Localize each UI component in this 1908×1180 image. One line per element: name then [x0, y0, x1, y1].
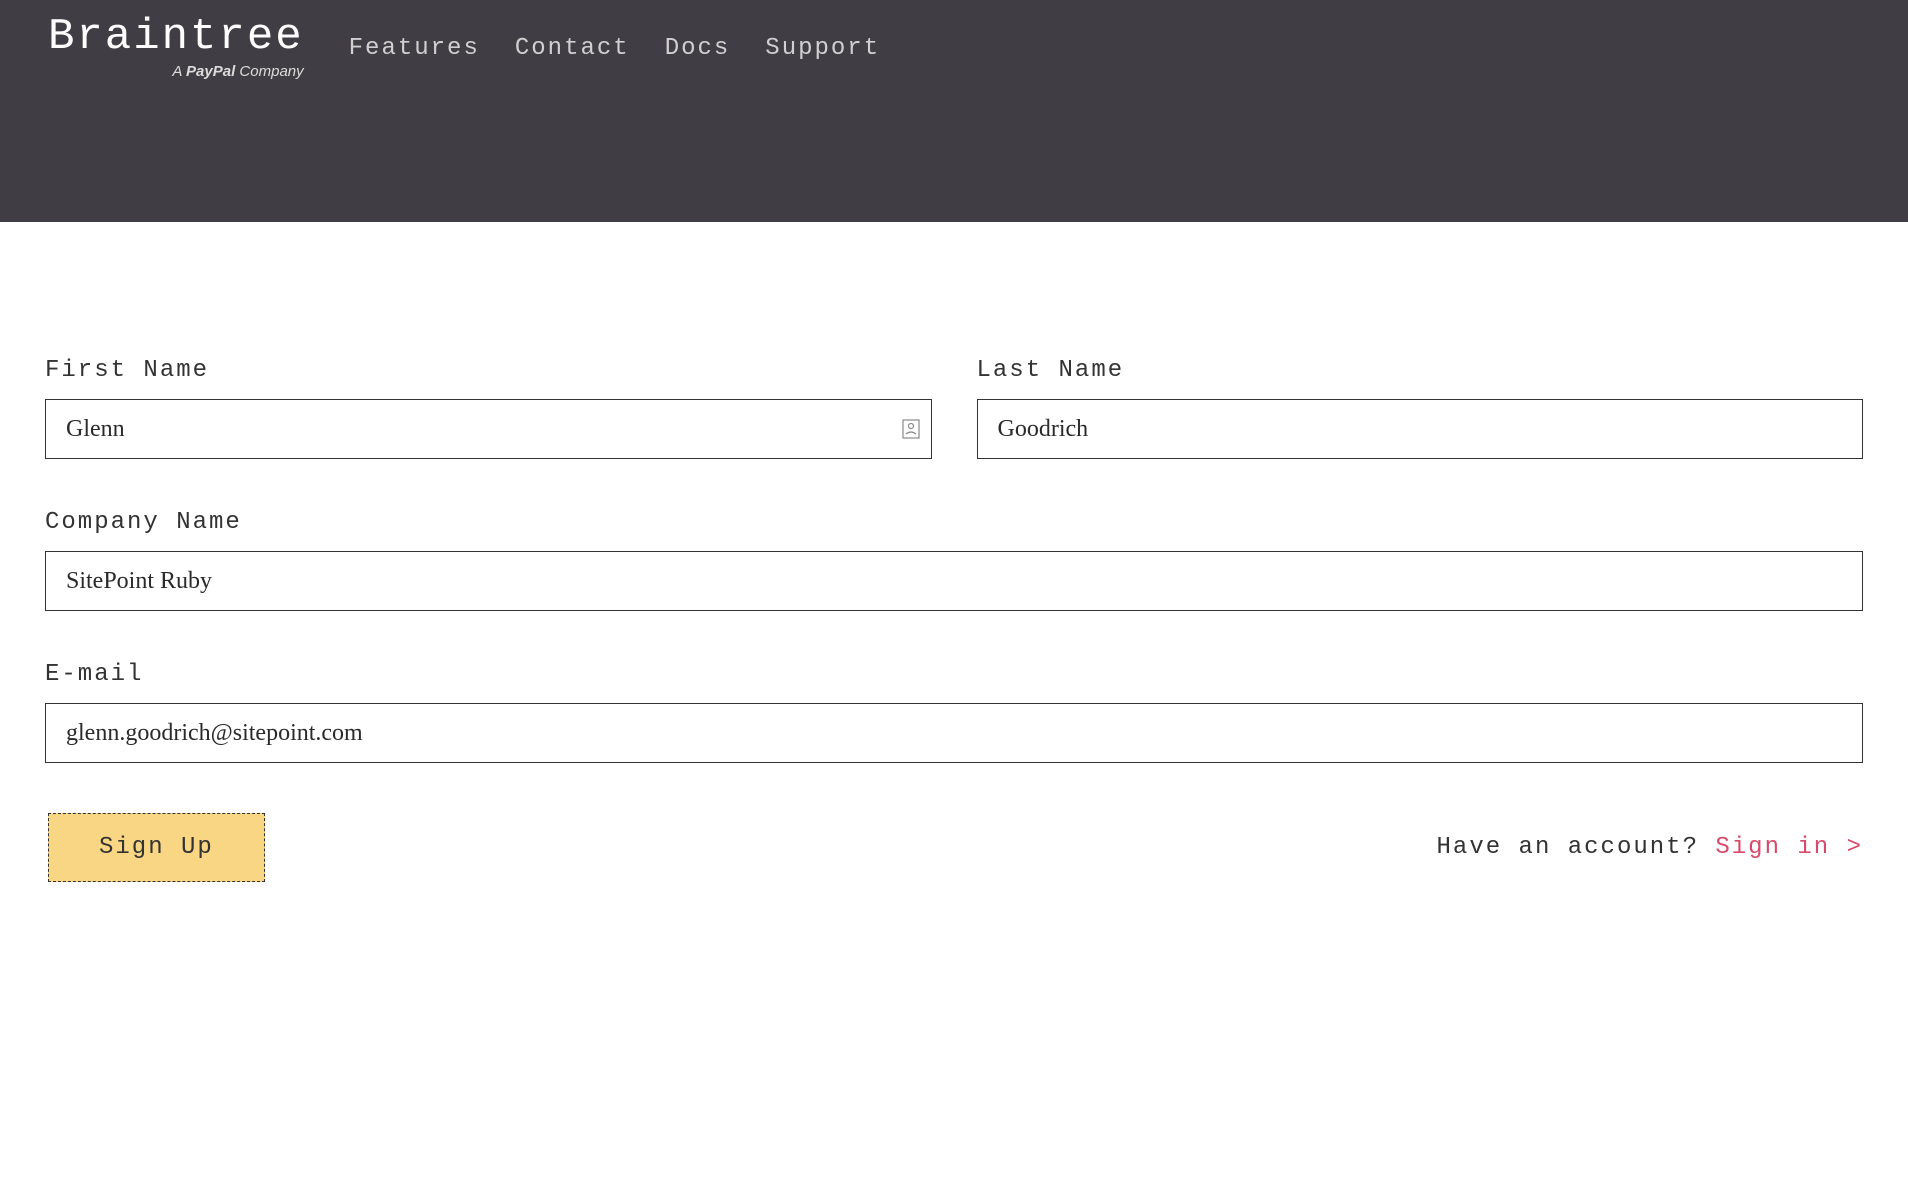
form-row-company: Company Name — [45, 509, 1863, 611]
logo[interactable]: Braintree A PayPal Company — [48, 15, 304, 80]
company-input-wrapper — [45, 551, 1863, 611]
nav-features[interactable]: Features — [349, 35, 480, 62]
nav-docs[interactable]: Docs — [665, 35, 731, 62]
form-row-name: First Name Last Name — [45, 357, 1863, 459]
header: Braintree A PayPal Company Features Cont… — [0, 0, 1908, 222]
first-name-input-wrapper — [45, 399, 932, 459]
first-name-label: First Name — [45, 357, 932, 384]
signup-button[interactable]: Sign Up — [48, 813, 265, 882]
email-input-wrapper — [45, 703, 1863, 763]
email-input[interactable] — [45, 703, 1863, 763]
form-row-email: E-mail — [45, 661, 1863, 763]
form-group-first-name: First Name — [45, 357, 932, 459]
last-name-input-wrapper — [977, 399, 1864, 459]
first-name-input[interactable] — [45, 399, 932, 459]
main-nav: Features Contact Docs Support — [349, 15, 880, 62]
signup-form: First Name Last Name Company Name — [0, 222, 1908, 882]
last-name-label: Last Name — [977, 357, 1864, 384]
company-name-label: Company Name — [45, 509, 1863, 536]
nav-support[interactable]: Support — [765, 35, 880, 62]
last-name-input[interactable] — [977, 399, 1864, 459]
logo-main-text: Braintree — [48, 15, 304, 59]
signin-prompt: Have an account? Sign in > — [1437, 834, 1863, 861]
form-group-company: Company Name — [45, 509, 1863, 611]
paypal-brand-text: PayPal — [186, 63, 235, 80]
form-group-last-name: Last Name — [977, 357, 1864, 459]
nav-contact[interactable]: Contact — [515, 35, 630, 62]
have-account-text: Have an account? — [1437, 834, 1716, 861]
email-label: E-mail — [45, 661, 1863, 688]
signin-link[interactable]: Sign in > — [1715, 834, 1863, 861]
logo-tagline: A PayPal Company — [172, 63, 303, 80]
form-footer-row: Sign Up Have an account? Sign in > — [45, 813, 1863, 882]
company-name-input[interactable] — [45, 551, 1863, 611]
form-group-email: E-mail — [45, 661, 1863, 763]
